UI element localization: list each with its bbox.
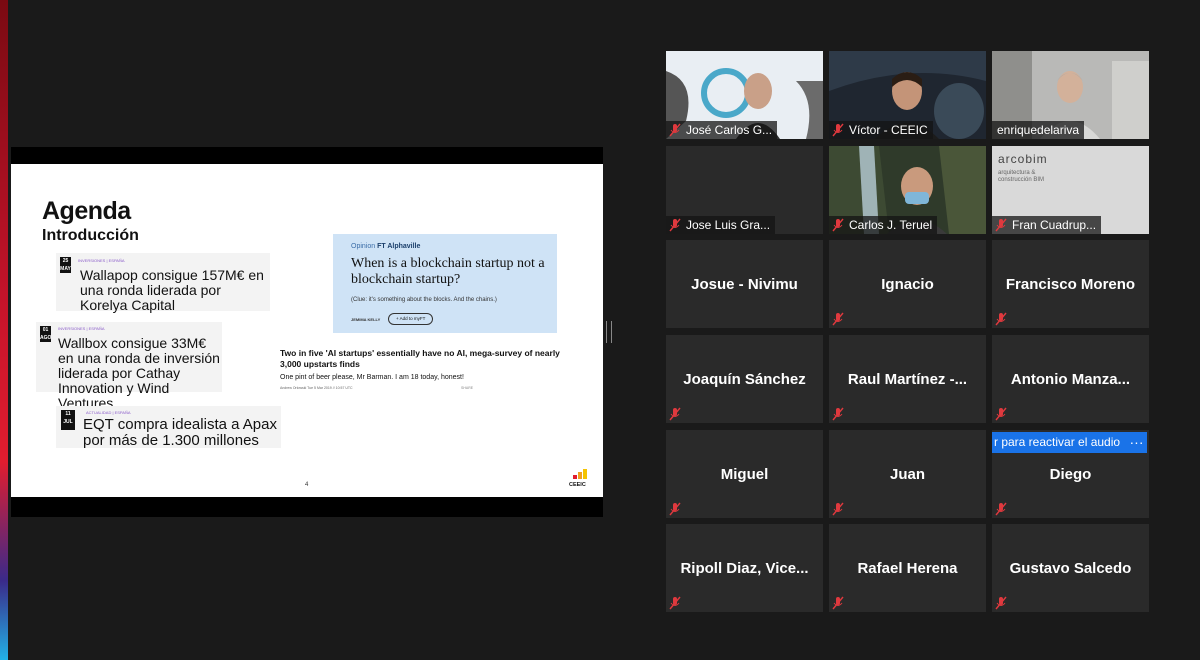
participant-name: Gustavo Salcedo [1009, 560, 1132, 577]
participant-tile-enriquedelariva[interactable]: enriquedelariva [992, 51, 1149, 139]
muted-mic-icon [995, 218, 1007, 232]
add-to-myft-button: + Add to myFT [388, 313, 434, 325]
participant-name-label: enriquedelariva [992, 121, 1085, 139]
muted-mic-icon [995, 502, 1007, 516]
article-meta: Andrew Orlowski Tue 5 Mar 2019 // 10:57 … [280, 386, 353, 390]
news-headline: EQT compra idealista a Apax por más de 1… [83, 416, 277, 449]
news-card-wallapop: 25 MAY INVERSIONES | España Wallapop cons… [56, 253, 270, 313]
participant-name-label: Víctor - CEEIC [829, 121, 933, 139]
participant-name: Antonio Manza... [1010, 371, 1131, 388]
news-date: 01 AGO [40, 326, 52, 342]
panel-resize-handle[interactable] [606, 321, 612, 343]
participant-name: Francisco Moreno [1005, 276, 1136, 293]
article-share: SHARE [461, 386, 474, 390]
ft-clue: (Clue: it's something about the blocks. … [351, 297, 497, 303]
muted-mic-icon [832, 218, 844, 232]
presentation-slide: Agenda Introducción 25 MAY INVERSIONES | … [11, 164, 603, 497]
participant-name: Rafael Herena [857, 560, 958, 577]
news-headline: Wallbox consigue 33M€ en una ronda de in… [58, 335, 220, 411]
participant-tile[interactable]: Miguel [666, 430, 823, 518]
news-tag: INVERSIONES | España [78, 258, 125, 263]
participant-tile[interactable]: Ripoll Diaz, Vice... [666, 524, 823, 612]
news-tag: INVERSIONES | España [58, 326, 105, 331]
participant-tile-carlos-teruel[interactable]: Carlos J. Teruel [829, 146, 986, 234]
muted-mic-icon [995, 407, 1007, 421]
article-headline: Two in five 'AI startups' essentially ha… [280, 348, 560, 369]
muted-mic-icon [669, 502, 681, 516]
participant-tile[interactable]: Gustavo Salcedo [992, 524, 1149, 612]
news-date: 25 MAY [60, 257, 71, 273]
muted-mic-icon [832, 312, 844, 326]
ft-author: JEMIMA KELLY [351, 317, 381, 322]
muted-mic-icon [832, 407, 844, 421]
muted-mic-icon [669, 218, 681, 232]
participant-name: Diego [1049, 466, 1092, 483]
participant-tile[interactable]: Rafael Herena [829, 524, 986, 612]
participant-tile[interactable]: Juan [829, 430, 986, 518]
muted-mic-icon [995, 596, 1007, 610]
muted-mic-icon [669, 123, 681, 137]
slide-page-number: 4 [305, 482, 309, 488]
participant-tile-jose-luis[interactable]: Jose Luis Gra... [666, 146, 823, 234]
news-card-wallbox: 01 AGO INVERSIONES | España Wallbox consi… [36, 322, 222, 411]
unmute-tooltip[interactable]: r para reactivar el audio [992, 432, 1127, 453]
left-accent-strip [0, 0, 8, 660]
participant-name-label: Carlos J. Teruel [829, 216, 938, 234]
participant-name: Raul Martínez -... [847, 371, 968, 388]
muted-mic-icon [669, 596, 681, 610]
muted-mic-icon [995, 312, 1007, 326]
ft-headline: When is a blockchain startup not a block… [351, 256, 545, 287]
news-headline: Wallapop consigue 157M€ en una ronda lid… [80, 267, 264, 313]
participant-name: Ripoll Diaz, Vice... [680, 560, 809, 577]
arcobim-tagline: arquitectura & construcción BIM [998, 170, 1045, 183]
participant-name: Josue - Nivimu [691, 276, 798, 293]
slide-subtitle: Introducción [42, 227, 139, 244]
muted-mic-icon [669, 407, 681, 421]
muted-mic-icon [832, 502, 844, 516]
slide-title: Agenda [42, 197, 131, 225]
logo-bars-icon [573, 469, 589, 479]
more-options-button[interactable]: ··· [1126, 432, 1147, 453]
participant-tile[interactable]: Antonio Manza... [992, 335, 1149, 423]
muted-mic-icon [832, 123, 844, 137]
participant-name: Juan [889, 466, 925, 483]
participant-name: Joaquín Sánchez [683, 371, 806, 388]
participant-name-label: José Carlos G... [666, 121, 778, 139]
participant-name: Ignacio [881, 276, 934, 293]
participant-tile[interactable]: Joaquín Sánchez [666, 335, 823, 423]
ft-alphaville-card: Opinion FT Alphaville When is a blockcha… [333, 234, 557, 333]
participant-tile[interactable]: Josue - Nivimu [666, 240, 823, 328]
ceeic-logo: CEEIC [569, 469, 591, 491]
shared-screen[interactable]: Agenda Introducción 25 MAY INVERSIONES | … [11, 147, 603, 517]
news-tag: ACTUALIDAD | España [86, 410, 131, 415]
participant-tile-fran[interactable]: arcobim arquitectura & construcción BIM … [992, 146, 1149, 234]
participant-tile[interactable]: Francisco Moreno [992, 240, 1149, 328]
muted-mic-icon [832, 596, 844, 610]
participant-name-label: Jose Luis Gra... [666, 216, 776, 234]
news-date: 11 JUL [61, 410, 75, 430]
participant-name: Miguel [720, 466, 769, 483]
arcobim-logo: arcobim [998, 152, 1048, 166]
news-card-eqt: 11 JUL ACTUALIDAD | España EQT compra ide… [56, 406, 281, 449]
participant-tile-victor[interactable]: Víctor - CEEIC [829, 51, 986, 139]
participant-name-label: Fran Cuadrup... [992, 216, 1102, 234]
participant-tile[interactable]: Ignacio [829, 240, 986, 328]
ft-label: Opinion FT Alphaville [351, 243, 421, 250]
article-dek: One pint of beer please, Mr Barman. I am… [280, 374, 464, 381]
participant-tile-jose-carlos[interactable]: José Carlos G... [666, 51, 823, 139]
participant-tile[interactable]: Raul Martínez -... [829, 335, 986, 423]
